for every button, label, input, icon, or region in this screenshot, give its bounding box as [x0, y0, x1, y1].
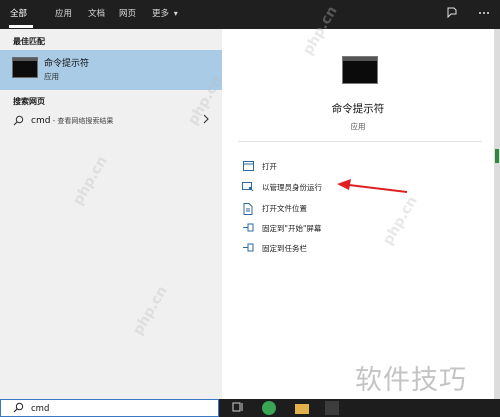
results-panel: 最佳匹配 命令提示符 应用 搜索网页 cmd - 查看网络搜索结果 [0, 29, 222, 399]
green-app-icon[interactable] [262, 401, 276, 415]
open-icon [240, 161, 256, 175]
feedback-icon[interactable] [445, 7, 459, 21]
active-tab-indicator [9, 25, 33, 28]
tab-apps[interactable]: 应用 [55, 6, 72, 22]
pin-taskbar-icon [240, 243, 256, 256]
detail-subtitle: 应用 [350, 122, 366, 131]
tab-all[interactable]: 全部 [10, 6, 27, 22]
best-match-title: 命令提示符 [44, 59, 90, 69]
watermark-brand: 软件技巧 [355, 365, 467, 396]
app-icon[interactable] [325, 401, 339, 415]
tab-web[interactable]: 网页 [119, 6, 136, 22]
web-search-header: 搜索网页 [13, 97, 45, 106]
more-options-icon[interactable] [477, 7, 491, 21]
detail-panel: 命令提示符 应用 打开 以管理员身份运行 打开文件位置 固定到"开始"屏幕 固定… [222, 29, 494, 399]
action-open-file-location-label: 打开文件位置 [262, 204, 307, 213]
file-location-icon [240, 203, 256, 219]
chevron-down-icon: ▾ [173, 9, 178, 18]
search-icon [13, 115, 24, 129]
tab-more-label: 更多 [152, 9, 170, 19]
action-pin-to-start-label: 固定到"开始"屏幕 [262, 224, 322, 233]
edge-strip [494, 29, 500, 399]
edge-marker [495, 149, 499, 163]
divider [238, 141, 482, 142]
taskbar-search-box[interactable] [0, 399, 219, 417]
best-match-header: 最佳匹配 [13, 37, 45, 46]
best-match-item[interactable]: 命令提示符 应用 [0, 50, 222, 90]
search-icon [13, 402, 24, 416]
action-run-as-admin-label: 以管理员身份运行 [262, 183, 322, 192]
web-search-text: cmd - 查看网络搜索结果 [31, 116, 113, 126]
command-prompt-icon [12, 57, 38, 78]
command-prompt-large-icon [342, 56, 378, 84]
search-filter-bar: 全部 应用 文档 网页 更多 ▾ [0, 0, 500, 29]
detail-title: 命令提示符 [331, 103, 385, 115]
tab-documents[interactable]: 文档 [88, 6, 105, 22]
annotation-arrow [337, 179, 408, 193]
file-explorer-icon[interactable] [295, 404, 309, 414]
pin-start-icon [240, 223, 256, 236]
run-as-admin-icon [240, 182, 256, 197]
action-pin-to-taskbar-label: 固定到任务栏 [262, 244, 307, 253]
action-open-label: 打开 [262, 162, 277, 171]
search-input[interactable] [31, 402, 201, 415]
tab-more[interactable]: 更多 ▾ [152, 6, 178, 22]
web-search-query: cmd [31, 116, 51, 126]
task-view-icon[interactable] [231, 401, 245, 415]
web-search-hint: - 查看网络搜索结果 [50, 117, 114, 125]
taskbar [0, 399, 500, 417]
best-match-subtitle: 应用 [44, 72, 59, 81]
